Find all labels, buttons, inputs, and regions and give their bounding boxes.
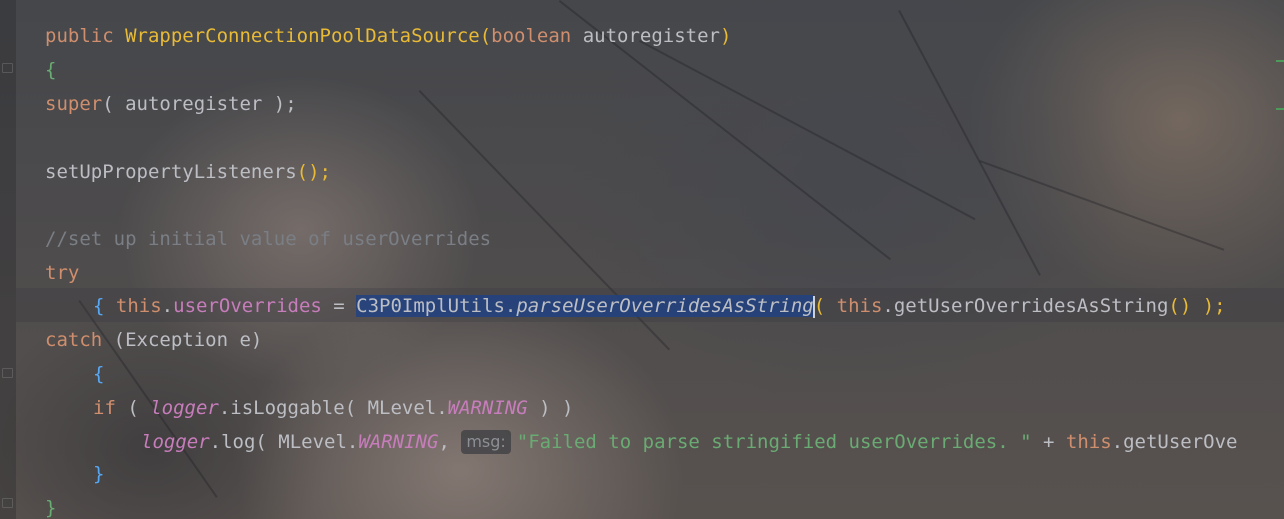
code-line-6: try [45, 256, 79, 290]
field: userOverrides [173, 295, 322, 317]
code-line-13: } [45, 491, 56, 519]
code-line-3: super( autoregister ); [45, 87, 297, 121]
keyword: catch [45, 329, 103, 351]
keyword: this [115, 295, 162, 317]
code-line-4: setUpPropertyListeners(); [45, 155, 331, 189]
code-line-10: if ( logger.isLoggable( MLevel.WARNING )… [93, 391, 573, 425]
constructor-name: WrapperConnectionPoolDataSource [125, 25, 480, 47]
method-call: setUpPropertyListeners [45, 161, 297, 183]
comment: //set up initial value of userOverrides [45, 228, 492, 250]
code-line-11: logger.log( MLevel.WARNING, msg: "Failed … [141, 425, 1238, 459]
keyword: public [45, 25, 114, 47]
paren: ( [115, 397, 151, 419]
parameter-hint: msg: [461, 430, 511, 454]
method-call: .getUserOve [1111, 431, 1238, 453]
static-field: WARNING [447, 397, 528, 419]
code-line-1: public WrapperConnectionPoolDataSource(b… [45, 19, 731, 53]
brace: { [93, 363, 105, 385]
arguments: ( autoregister ); [102, 93, 297, 115]
code-line-12: } [93, 457, 104, 491]
method-call: .isLoggable( MLevel. [218, 397, 448, 419]
keyword: try [45, 262, 80, 284]
static-method: parseUserOverridesAsString [516, 295, 814, 317]
keyword: boolean [491, 25, 572, 47]
brace: } [93, 463, 105, 485]
paren: ( [479, 25, 492, 47]
text-selection[interactable]: C3P0ImplUtils.parseUserOverridesAsString [356, 295, 814, 317]
code-editor[interactable]: public WrapperConnectionPoolDataSource(b… [0, 0, 1284, 519]
code-line-8: catch (Exception e) [45, 323, 262, 357]
keyword: this [1065, 431, 1112, 453]
catch-clause: (Exception e) [102, 329, 263, 351]
static-field: WARNING [358, 431, 439, 453]
operator: + [1031, 431, 1066, 453]
paren: ) [719, 25, 732, 47]
brace: } [45, 497, 57, 519]
code-line-2: { [45, 53, 56, 87]
code-line-9: { [93, 357, 104, 391]
paren: () ); [1168, 295, 1226, 317]
code-line-5: //set up initial value of userOverrides [45, 222, 491, 256]
method-call: .getUserOverridesAsString [882, 295, 1169, 317]
comma: , [438, 431, 462, 453]
paren: (); [296, 161, 331, 183]
logger-field: logger [150, 397, 219, 419]
keyword: super [45, 93, 103, 115]
logger-field: logger [141, 431, 210, 453]
keyword: this [836, 295, 883, 317]
paren: ) ) [527, 397, 574, 419]
class-name: C3P0ImplUtils. [356, 295, 517, 317]
brace: { [93, 295, 105, 317]
parameter: autoregister [582, 25, 720, 47]
code-line-7: { this.userOverrides = C3P0ImplUtils.par… [93, 295, 1226, 318]
method-call: .log( MLevel. [209, 431, 359, 453]
brace: { [45, 59, 57, 81]
paren: ( [813, 295, 837, 317]
keyword: if [93, 397, 116, 419]
operator: = [321, 295, 357, 317]
string-literal: "Failed to parse stringified userOverrid… [516, 431, 1032, 453]
